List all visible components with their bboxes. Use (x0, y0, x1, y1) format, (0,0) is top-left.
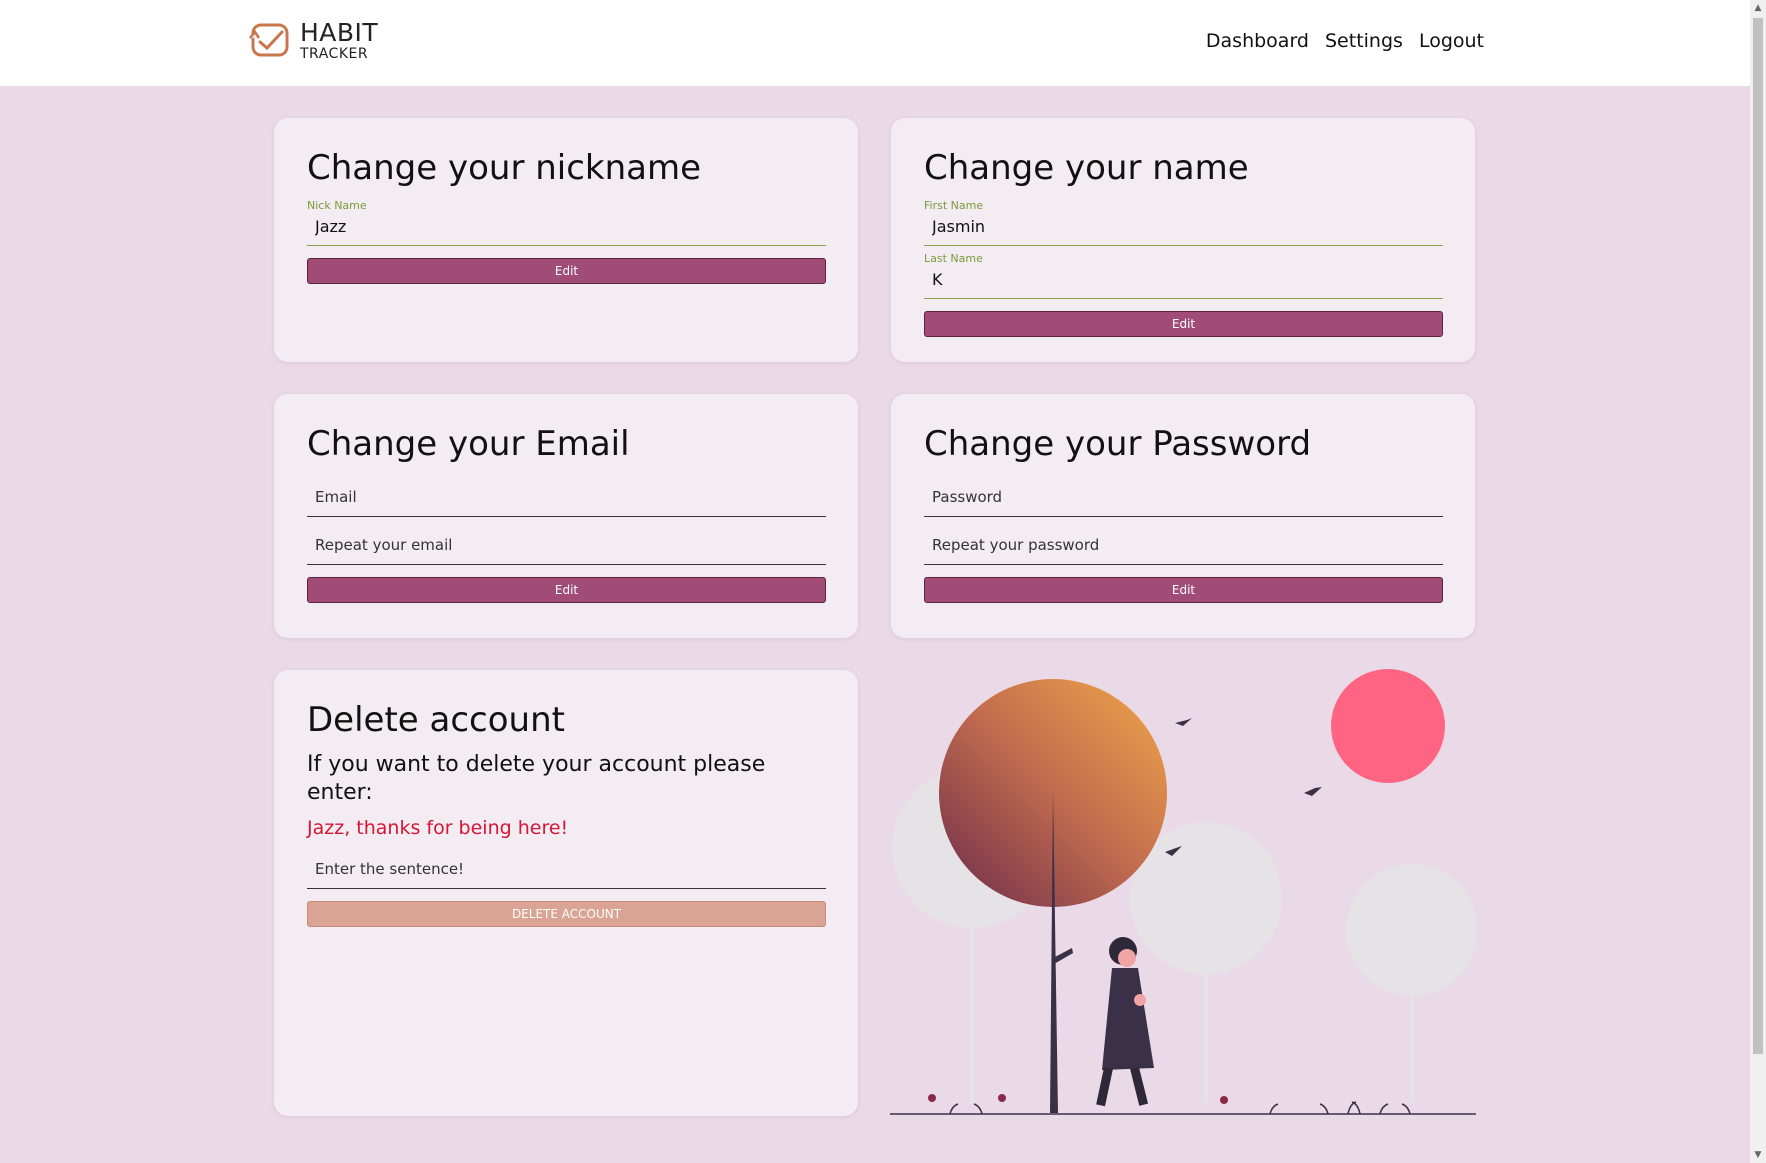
first-name-field: First Name (924, 199, 1443, 246)
nickname-field: Nick Name (307, 199, 826, 246)
delete-instruction: If you want to delete your account pleas… (307, 751, 766, 805)
habit-tracker-logo-icon (249, 23, 289, 57)
last-name-label: Last Name (924, 251, 983, 265)
repeat-email-input[interactable] (307, 522, 826, 565)
password-input[interactable] (924, 474, 1443, 517)
confirm-sentence-input[interactable] (307, 846, 826, 889)
password-field (924, 474, 1443, 517)
password-card-title: Change your Password (924, 424, 1312, 464)
walking-person-illustration (890, 669, 1476, 1115)
delete-card-title: Delete account (307, 700, 565, 740)
last-name-input[interactable] (924, 264, 1443, 299)
logo-line1: HABIT (300, 17, 379, 47)
nickname-input[interactable] (307, 211, 826, 246)
delete-account-button[interactable]: DELETE ACCOUNT (307, 900, 826, 927)
top-navigation-bar: HABIT TRACKER Dashboard Settings Logout (0, 0, 1750, 86)
logo-text: HABIT TRACKER (300, 20, 378, 61)
last-name-field: Last Name (924, 252, 1443, 299)
scrollbar-thumb[interactable] (1753, 18, 1763, 1054)
nickname-edit-button[interactable]: Edit (307, 257, 826, 284)
ground (890, 1094, 1476, 1115)
password-card: Change your Password Edit (891, 394, 1475, 638)
nav-dashboard-link[interactable]: Dashboard (1206, 30, 1309, 52)
nav-logout-link[interactable]: Logout (1419, 30, 1484, 52)
email-card: Change your Email Edit (274, 394, 858, 638)
email-input[interactable] (307, 474, 826, 517)
app-logo[interactable]: HABIT TRACKER (248, 20, 378, 61)
repeat-email-field (307, 522, 826, 565)
email-card-title: Change your Email (307, 424, 630, 464)
repeat-password-input[interactable] (924, 522, 1443, 565)
repeat-password-field (924, 522, 1443, 565)
nickname-card-title: Change your nickname (307, 148, 702, 188)
scroll-down-icon[interactable]: ▼ (1750, 1147, 1766, 1163)
scroll-up-icon[interactable]: ▲ (1750, 0, 1766, 16)
nickname-card: Change your nickname Nick Name Edit (274, 118, 858, 362)
email-edit-button[interactable]: Edit (307, 576, 826, 603)
first-name-label: First Name (924, 198, 984, 212)
confirm-sentence-field (307, 846, 826, 889)
logo-line2: TRACKER (300, 45, 369, 62)
email-field (307, 474, 826, 517)
sun-icon (1331, 669, 1445, 783)
delete-account-card: Delete account If you want to delete you… (274, 670, 858, 1116)
nav-settings-link[interactable]: Settings (1325, 30, 1403, 52)
page-scrollbar[interactable]: ▲ ▼ (1750, 0, 1766, 1163)
nickname-label: Nick Name (307, 198, 367, 212)
name-card-title: Change your name (924, 148, 1249, 188)
password-edit-button[interactable]: Edit (924, 576, 1443, 603)
nav-menu: Dashboard Settings Logout (1206, 30, 1484, 52)
name-edit-button[interactable]: Edit (924, 310, 1443, 337)
first-name-input[interactable] (924, 211, 1443, 246)
confirmation-phrase: Jazz, thanks for being here! (307, 816, 569, 839)
walking-person-icon (1096, 937, 1154, 1107)
name-card: Change your name First Name Last Name Ed… (891, 118, 1475, 362)
